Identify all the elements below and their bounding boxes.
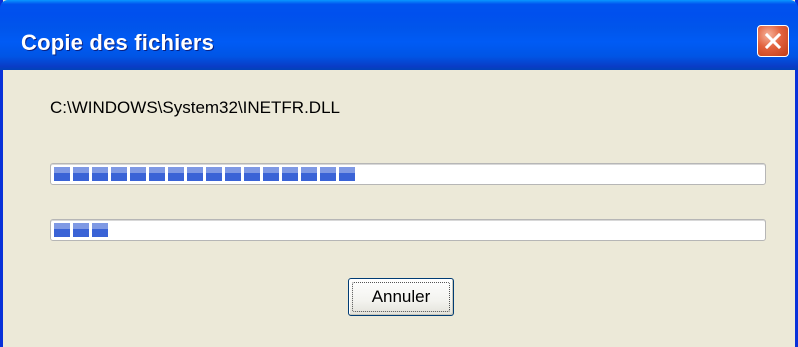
window-title: Copie des fichiers: [21, 30, 215, 55]
close-icon: [764, 32, 782, 50]
title-bar[interactable]: Copie des fichiers: [0, 0, 798, 70]
cancel-button-label: Annuler: [371, 287, 431, 306]
total-progress-fill: [54, 223, 108, 237]
cancel-button[interactable]: Annuler: [348, 278, 454, 316]
file-progress-bar: [50, 163, 766, 185]
file-progress-fill: [54, 167, 355, 181]
current-file-path: C:\WINDOWS\System32\INETFR.DLL: [50, 98, 340, 117]
total-progress-bar: [50, 219, 766, 241]
copy-files-dialog: Copie des fichiers C:\WINDOWS\System32\I…: [0, 0, 798, 347]
close-button[interactable]: [757, 25, 789, 57]
